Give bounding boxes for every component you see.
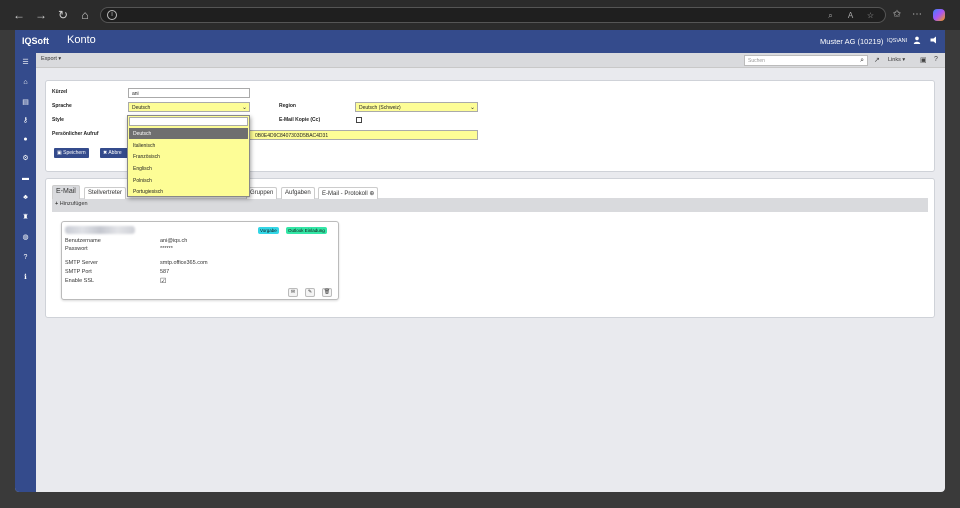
dropdown-search-input[interactable]	[129, 117, 248, 126]
read-aloud-icon[interactable]: A	[845, 10, 856, 21]
tab-email-protokoll[interactable]: E-Mail - Protokoll ⊕	[318, 187, 379, 199]
plus-icon: +	[55, 201, 59, 207]
sitemap-icon[interactable]: ♜	[20, 212, 31, 223]
favorites-icon[interactable]: ✩	[890, 8, 904, 22]
group-icon[interactable]: ♣	[20, 192, 31, 203]
info-icon[interactable]: ℹ	[20, 272, 31, 283]
save-label: Speichern	[63, 150, 86, 156]
field-key: Passwort	[65, 246, 88, 252]
book-icon[interactable]: ▬	[20, 173, 31, 184]
favorite-star-icon[interactable]: ☆	[865, 10, 876, 21]
ssl-checkmark-icon: ☑	[160, 278, 167, 285]
email-account-card: Vorgabe Outlook Einladung Benutzername a…	[61, 221, 339, 300]
field-value: ani@iqs.ch	[160, 238, 188, 244]
tab-stellvertreter[interactable]: Stellvertreter	[84, 187, 127, 199]
dropdown-option[interactable]: Portugiesisch	[129, 186, 248, 197]
dropdown-option[interactable]: Französisch	[129, 151, 248, 162]
browser-toolbar: ← → ↻ ⌂ i ⌕ A ☆ ✩ ⋯	[0, 0, 960, 30]
user-icon[interactable]	[912, 36, 922, 46]
aufruf-label: Persönlicher Aufruf	[52, 131, 99, 137]
field-value: ******	[160, 246, 173, 252]
page-title: Konto	[67, 34, 96, 46]
field-value: smtp.office365.com	[160, 260, 208, 266]
save-button[interactable]: ▣ Speichern	[54, 148, 89, 158]
logout-icon[interactable]	[929, 36, 939, 46]
dropdown-option[interactable]: Polnisch	[129, 175, 248, 186]
default-badge: Vorgabe	[258, 227, 279, 234]
gear-icon[interactable]: ⚙	[20, 153, 31, 164]
sprache-value: Deutsch	[132, 105, 151, 111]
home-icon[interactable]: ⌂	[20, 77, 31, 88]
tab-aufgaben[interactable]: Aufgaben	[281, 187, 315, 199]
chevron-down-icon: ⌄	[241, 105, 247, 111]
region-value: Deutsch (Schweiz)	[359, 105, 401, 111]
app-header: IQSoft Konto Muster AG (10219) IQS\ANI	[15, 30, 945, 53]
chevron-down-icon: ⌄	[469, 105, 475, 111]
field-key: Enable SSL	[65, 278, 95, 284]
zoom-icon[interactable]: ⌕	[825, 10, 836, 21]
region-select[interactable]: Deutsch (Schweiz) ⌄	[355, 102, 478, 112]
menu-icon[interactable]: ☰	[20, 57, 31, 68]
save-icon: ▣	[57, 150, 62, 156]
kuerzel-input[interactable]: ani	[128, 88, 250, 98]
dropdown-option[interactable]: Englisch	[129, 163, 248, 174]
action-toolbar: Export ▾ Suchen ⌕ ↗ Links ▾ ▣ ?	[36, 53, 945, 68]
reload-icon[interactable]: ↻	[56, 8, 70, 22]
key-icon[interactable]: ⚷	[20, 115, 31, 126]
outlook-badge: Outlook Einladung	[286, 227, 327, 234]
search-placeholder: Suchen	[748, 58, 765, 64]
add-label: Hinzufügen	[59, 201, 88, 207]
id-card-icon[interactable]: ▤	[20, 97, 31, 108]
trash-icon[interactable]: 🗑	[322, 288, 332, 297]
dropdown-option[interactable]: Italienisch	[129, 140, 248, 151]
search-input[interactable]: Suchen ⌕	[744, 55, 868, 66]
email-kopie-label: E-Mail Kopie (Cc)	[279, 117, 321, 123]
sprache-dropdown: Deutsch Italienisch Französisch Englisch…	[127, 115, 250, 197]
plus-circle-icon: ⊕	[369, 191, 375, 197]
field-key: SMTP Port	[65, 269, 92, 275]
tab-email[interactable]: E-Mail	[52, 185, 80, 199]
external-link-icon[interactable]: ↗	[874, 56, 880, 64]
user-name[interactable]: IQS\ANI	[887, 38, 907, 44]
sprache-label: Sprache	[52, 103, 72, 109]
envelope-icon[interactable]: ✉	[288, 288, 298, 297]
dropdown-option[interactable]: Deutsch	[129, 128, 248, 139]
tab-email-protokoll-label: E-Mail - Protokoll	[322, 191, 368, 197]
help-icon[interactable]: ?	[20, 252, 31, 263]
help-icon[interactable]: ?	[934, 56, 938, 63]
more-menu-icon[interactable]: ⋯	[910, 8, 924, 22]
export-button[interactable]: Export ▾	[41, 56, 61, 62]
search-icon[interactable]: ⌕	[860, 57, 864, 65]
forward-arrow-icon[interactable]: →	[34, 8, 48, 22]
links-dropdown[interactable]: Links ▾	[888, 57, 905, 63]
field-key: SMTP Server	[65, 260, 98, 266]
tab-gruppen[interactable]: Gruppen	[246, 187, 278, 199]
site-info-icon[interactable]: i	[107, 10, 117, 20]
cancel-label: Abbre	[108, 150, 122, 156]
field-key: Benutzername	[65, 238, 101, 244]
email-kopie-checkbox[interactable]	[356, 117, 362, 123]
home-icon[interactable]: ⌂	[78, 8, 92, 22]
users-icon[interactable]: ●	[20, 134, 31, 145]
back-arrow-icon[interactable]: ←	[12, 8, 26, 22]
sidebar: ☰ ⌂ ▤ ⚷ ● ⚙ ▬ ♣ ♜ ◍ ? ℹ	[15, 53, 36, 492]
copilot-icon[interactable]	[933, 9, 945, 21]
company-name[interactable]: Muster AG (10219)	[820, 37, 883, 46]
sprache-select[interactable]: Deutsch ⌄	[128, 102, 250, 112]
print-icon[interactable]: ▣	[920, 56, 927, 64]
field-value: 587	[160, 269, 170, 275]
style-label: Style	[52, 117, 64, 123]
tab-content-header	[52, 198, 928, 212]
kuerzel-label: Kürzel	[52, 89, 68, 95]
account-name-blurred	[65, 226, 135, 234]
close-icon: ✖	[103, 150, 108, 156]
edit-icon[interactable]: ✎	[305, 288, 315, 297]
region-label: Region	[279, 103, 296, 109]
globe-icon[interactable]: ◍	[20, 232, 31, 243]
add-button[interactable]: + Hinzufügen	[55, 201, 88, 207]
address-bar[interactable]: i ⌕ A ☆	[100, 7, 886, 23]
app-logo: IQSoft	[22, 36, 49, 46]
